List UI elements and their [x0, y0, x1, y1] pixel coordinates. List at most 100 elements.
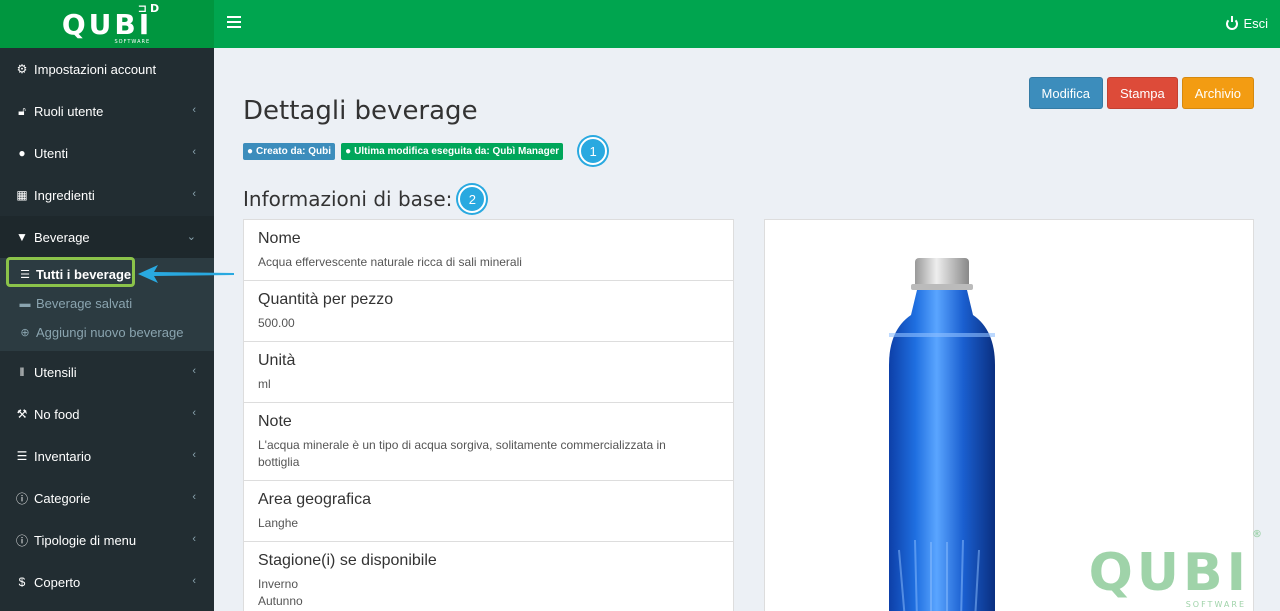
- sidebar-item-utensili[interactable]: ǁ Utensili ‹: [0, 351, 214, 393]
- chevron-left-icon: ‹: [192, 407, 196, 419]
- gear-icon: ⚙: [16, 62, 28, 76]
- chevron-down-icon: ⌄: [186, 231, 196, 243]
- sidebar-item-ruoli-utente[interactable]: 🔓︎ Ruoli utente ‹: [0, 90, 214, 132]
- user-icon: ●: [247, 145, 254, 157]
- info-value: L'acqua minerale è un tipo di acqua sorg…: [258, 438, 666, 469]
- sidebar-item-utenti[interactable]: ● Utenti ‹: [0, 132, 214, 174]
- user-icon: ●: [345, 145, 352, 157]
- unlock-icon: 🔓︎: [18, 103, 26, 118]
- info-label: Unità: [258, 352, 296, 369]
- info-value: 500.00: [258, 316, 295, 330]
- sidebar-item-label: Impostazioni account: [34, 61, 157, 77]
- info-panel: Nome Acqua effervescente naturale ricca …: [243, 219, 734, 611]
- chevron-left-icon: ‹: [192, 188, 196, 200]
- info-label: Quantità per pezzo: [258, 291, 394, 308]
- sidebar-item-impostazioni-account[interactable]: ⚙ Impostazioni account: [0, 48, 214, 90]
- info-row-note: Note L'acqua minerale è un tipo di acqua…: [244, 403, 733, 481]
- sidebar-item-ingredienti[interactable]: ▦ Ingredienti ‹: [0, 174, 214, 216]
- list-icon: ☰: [20, 269, 30, 281]
- sidebar-item-label: Tipologie di menu: [34, 532, 137, 548]
- sidebar-item-categorie[interactable]: ⓘ Categorie ‹: [0, 477, 214, 519]
- info-value: ml: [258, 377, 271, 391]
- logo: QUBI ⊐D SOFTWARE: [62, 2, 159, 45]
- chevron-left-icon: ‹: [192, 365, 196, 377]
- cutlery-icon: ǁ: [19, 365, 25, 379]
- info-value: Inverno: [258, 577, 299, 591]
- print-button[interactable]: Stampa: [1106, 77, 1178, 109]
- logo-subtitle: SOFTWARE: [114, 38, 151, 45]
- logo-mark-icon: ⊐D: [137, 1, 163, 15]
- action-buttons: Modifica Stampa Archivio: [1028, 77, 1254, 109]
- sidebar-item-label: Utensili: [34, 364, 77, 380]
- info-icon: ⓘ: [15, 533, 28, 548]
- info-value: Acqua effervescente naturale ricca di sa…: [258, 255, 522, 269]
- callout-badge-1: 1: [579, 137, 608, 165]
- sidebar-item-label: Beverage: [34, 229, 90, 245]
- section-title: Informazioni di base:: [243, 187, 453, 211]
- archive-icon: ▬: [19, 297, 31, 310]
- edit-button[interactable]: Modifica: [1028, 77, 1103, 109]
- info-label: Area geografica: [258, 491, 371, 508]
- info-row-nome: Nome Acqua effervescente naturale ricca …: [244, 220, 733, 281]
- metadata-badges: ● Creato da: Qubi ● Ultima modifica eseg…: [243, 137, 608, 165]
- info-row-unita: Unità ml: [244, 342, 733, 403]
- submenu-item-label: Beverage salvati: [36, 296, 133, 311]
- main-content: Modifica Stampa Archivio Dettagli bevera…: [214, 48, 1280, 611]
- sidebar-item-tipologie-di-menu[interactable]: ⓘ Tipologie di menu ‹: [0, 519, 214, 561]
- watermark-subtitle: SOFTWARE: [1185, 600, 1246, 609]
- sidebar-item-inventario[interactable]: ☰ Inventario ‹: [0, 435, 214, 477]
- sidebar-item-label: Coperto: [34, 574, 81, 590]
- sidebar-item-label: Ingredienti: [34, 187, 95, 203]
- logo-area[interactable]: QUBI ⊐D SOFTWARE: [0, 0, 214, 48]
- created-by-badge: ● Creato da: Qubi: [243, 142, 336, 160]
- info-value: Langhe: [258, 516, 299, 530]
- last-modified-text: Ultima modifica eseguita da: Qubì Manage…: [354, 145, 560, 157]
- watermark-text: QUBI: [1088, 543, 1250, 603]
- page-title: Dettagli beverage: [243, 96, 478, 126]
- registered-mark: ®: [1252, 529, 1266, 540]
- menu-toggle-icon[interactable]: [227, 16, 241, 30]
- info-label: Stagione(i) se disponibile: [258, 552, 437, 569]
- wrench-icon: ⚒: [16, 407, 28, 421]
- sidebar-item-coperto[interactable]: $ Coperto ‹: [0, 561, 214, 603]
- submenu-item-aggiungi-nuovo-beverage[interactable]: ⊕ Aggiungi nuovo beverage: [0, 318, 214, 347]
- dollar-icon: $: [18, 575, 26, 589]
- sidebar-item-label: No food: [34, 406, 80, 422]
- section-header: Informazioni di base: 2: [243, 185, 487, 213]
- logout-button[interactable]: Esci: [1226, 15, 1268, 31]
- sidebar-item-beverage[interactable]: ▼ Beverage ⌄: [0, 216, 214, 258]
- list-icon: ☰: [16, 449, 28, 463]
- submenu-item-beverage-salvati[interactable]: ▬ Beverage salvati: [0, 289, 214, 318]
- info-row-stagione: Stagione(i) se disponibile Inverno Autun…: [244, 542, 733, 611]
- chevron-left-icon: ‹: [192, 575, 196, 587]
- info-icon: ⓘ: [15, 491, 28, 506]
- info-value: Autunno: [258, 594, 303, 608]
- info-label: Note: [258, 413, 292, 430]
- created-by-text: Creato da: Qubi: [256, 145, 332, 157]
- callout-badge-2: 2: [458, 185, 487, 213]
- cocktail-icon: ▼: [16, 230, 28, 244]
- info-row-quantita: Quantità per pezzo 500.00: [244, 281, 733, 342]
- sidebar-item-label: Utenti: [34, 145, 68, 161]
- chevron-left-icon: ‹: [192, 491, 196, 503]
- sidebar: ⚙ Impostazioni account 🔓︎ Ruoli utente ‹…: [0, 48, 214, 611]
- last-modified-badge: ● Ultima modifica eseguita da: Qubì Mana…: [341, 142, 564, 160]
- chevron-left-icon: ‹: [192, 104, 196, 116]
- chevron-left-icon: ‹: [192, 146, 196, 158]
- submenu-item-label: Aggiungi nuovo beverage: [36, 325, 184, 340]
- sidebar-item-label: Categorie: [34, 490, 91, 506]
- info-row-area-geografica: Area geografica Langhe: [244, 481, 733, 542]
- top-navbar: Esci: [214, 0, 1280, 48]
- user-icon: ●: [18, 146, 26, 160]
- qubi-watermark-logo: QUBI SOFTWARE ®: [1088, 529, 1262, 609]
- info-label: Nome: [258, 230, 301, 247]
- logout-label: Esci: [1243, 16, 1268, 31]
- submenu-item-label: Tutti i beverage: [36, 267, 132, 282]
- cubes-icon: ▦: [16, 188, 28, 202]
- sidebar-item-label: Ruoli utente: [34, 103, 104, 119]
- power-icon: [1226, 15, 1239, 30]
- sidebar-item-no-food[interactable]: ⚒ No food ‹: [0, 393, 214, 435]
- plus-circle-icon: ⊕: [20, 327, 30, 339]
- sidebar-item-label: Inventario: [34, 448, 92, 464]
- archive-button[interactable]: Archivio: [1181, 77, 1254, 109]
